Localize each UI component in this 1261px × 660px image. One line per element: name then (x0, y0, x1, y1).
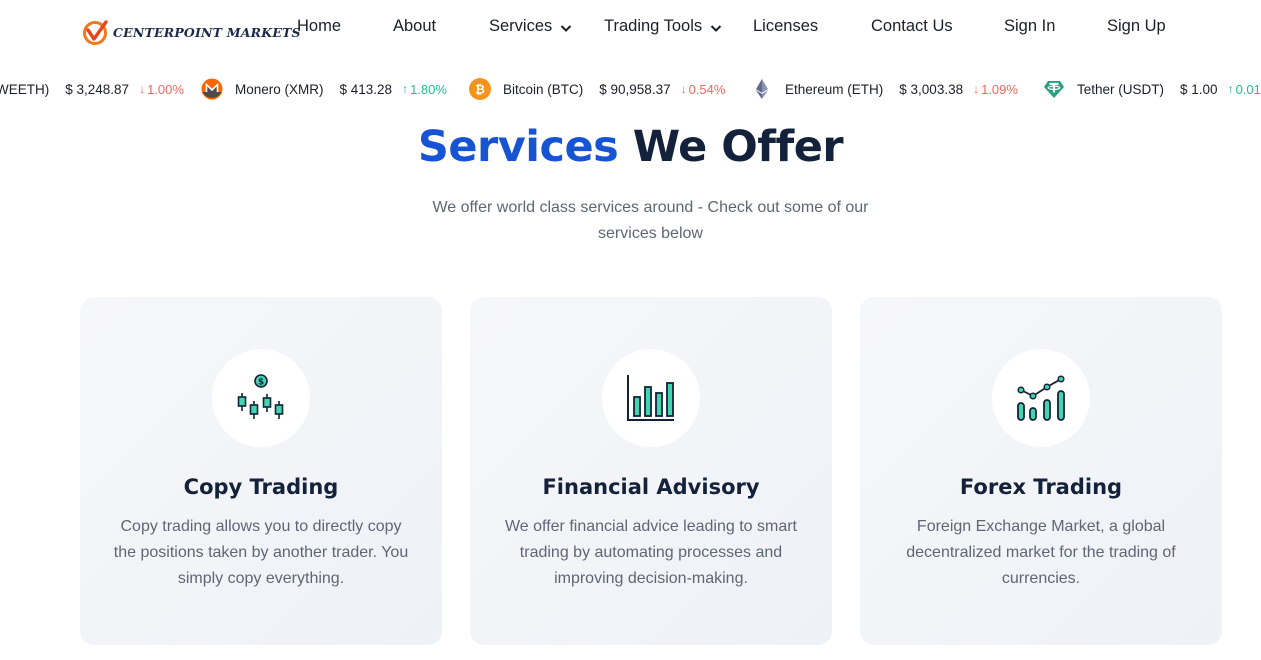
card-title: Forex Trading (959, 475, 1123, 499)
ticker-item[interactable]: ₿ Bitcoin (BTC) $ 90,958.37 ↓ 0.54% (469, 78, 725, 100)
logo-check-icon (83, 20, 108, 45)
coin-change-value: 0.01 (1235, 81, 1261, 97)
coin-change: ↓ 1.09% (973, 82, 1018, 97)
section-title-rest: We Offer (618, 122, 844, 172)
nav-trading-tools[interactable]: Trading Tools (604, 17, 722, 36)
coin-change-value: 1.00% (147, 81, 184, 97)
coin-price: $ 90,958.37 (599, 81, 671, 97)
section-title: Services We Offer (0, 122, 1261, 172)
coin-change-value: 1.09% (981, 81, 1018, 97)
svg-text:₿: ₿ (475, 83, 485, 97)
card-icon-circle: $ (212, 349, 310, 447)
card-description: We offer financial advice leading to sma… (504, 518, 797, 587)
site-header: CENTERPOINT MARKETS Home About Services … (0, 0, 1261, 62)
arrow-up-icon: ↑ (1227, 82, 1234, 96)
candlestick-dollar-icon: $ (237, 374, 284, 419)
arrow-up-icon: ↑ (402, 82, 409, 96)
bitcoin-icon: ₿ (469, 78, 491, 100)
tether-icon (1044, 81, 1064, 98)
coin-price: $ 3,003.38 (899, 81, 964, 97)
coin-change: ↑ 1.80% (402, 82, 447, 97)
brand-logo[interactable]: CENTERPOINT MARKETS (82, 18, 301, 46)
nav-trading-tools-label: Trading Tools (604, 17, 703, 35)
coin-change: ↑ 0.01 (1228, 82, 1261, 97)
service-card-forex-trading[interactable]: Forex Trading Foreign Exchange Market, a… (860, 297, 1222, 645)
coin-name: WEETH) (0, 81, 50, 97)
ticker-item[interactable]: Ethereum (ETH) $ 3,003.38 ↓ 1.09% (751, 78, 1018, 100)
brand-name: CENTERPOINT MARKETS (113, 24, 301, 40)
coin-change-value: 1.80% (410, 81, 447, 97)
arrow-down-icon: ↓ (139, 82, 146, 96)
nav-sign-in[interactable]: Sign In (1004, 17, 1055, 36)
coin-name: Ethereum (ETH) (785, 81, 884, 97)
bar-chart-icon (627, 375, 674, 421)
service-card-financial-advisory[interactable]: Financial Advisory We offer financial ad… (470, 297, 832, 645)
coin-price: $ 413.28 (339, 81, 393, 97)
ethereum-icon (756, 79, 768, 99)
nav-contact[interactable]: Contact Us (871, 17, 953, 36)
arrow-down-icon: ↓ (973, 82, 980, 96)
ticker-item[interactable]: WEETH) $ 3,248.87 ↓ 1.00% (0, 78, 184, 100)
ticker-item[interactable]: Monero (XMR) $ 413.28 ↑ 1.80% (201, 78, 447, 100)
coin-change: ↓ 0.54% (681, 82, 726, 97)
nav-sign-up[interactable]: Sign Up (1107, 17, 1166, 36)
coin-change: ↓ 1.00% (139, 82, 184, 97)
nav-about[interactable]: About (393, 17, 436, 36)
card-icon-circle (992, 349, 1090, 447)
nav-services[interactable]: Services (489, 17, 572, 36)
nav-home[interactable]: Home (297, 17, 341, 36)
section-subtitle: We offer world class services around - C… (432, 199, 869, 242)
card-description: Foreign Exchange Market, a global decent… (906, 518, 1176, 587)
coin-price: $ 3,248.87 (65, 81, 130, 97)
svg-text:$: $ (258, 378, 264, 388)
coin-name: Bitcoin (BTC) (503, 81, 584, 97)
card-description: Copy trading allows you to directly copy… (113, 518, 409, 587)
card-title: Copy Trading (183, 475, 339, 499)
coin-change-value: 0.54% (688, 81, 726, 97)
monero-icon (201, 78, 223, 100)
chevron-down-icon (561, 24, 572, 32)
card-title: Financial Advisory (542, 475, 760, 499)
growth-chart-icon (1017, 375, 1065, 421)
section-title-accent: Services (417, 122, 619, 172)
ticker-item[interactable]: Tether (USDT) $ 1.00 ↑ 0.01 (1043, 78, 1261, 100)
nav-services-label: Services (489, 17, 553, 35)
coin-price: $ 1.00 (1180, 81, 1218, 97)
coin-name: Tether (USDT) (1077, 81, 1165, 97)
crypto-ticker: WEETH) $ 3,248.87 ↓ 1.00% Monero (XMR) $ … (0, 72, 1261, 106)
nav-licenses[interactable]: Licenses (753, 17, 818, 36)
arrow-down-icon: ↓ (680, 82, 687, 96)
card-icon-circle (602, 349, 700, 447)
chevron-down-icon (710, 24, 722, 32)
service-card-copy-trading[interactable]: $ Copy Trading Copy trading allows you t… (80, 297, 442, 645)
coin-name: Monero (XMR) (235, 81, 324, 97)
